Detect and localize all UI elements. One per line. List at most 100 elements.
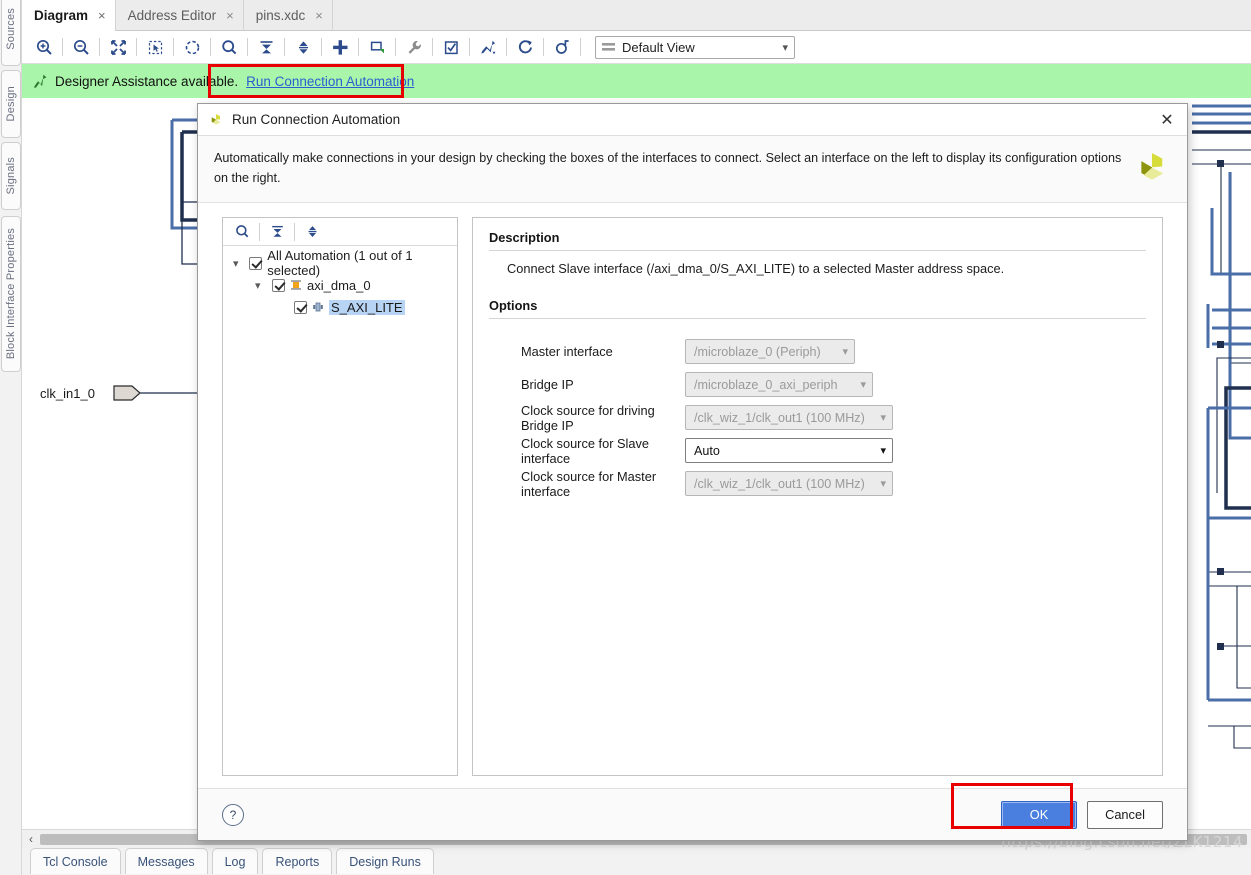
chevron-down-icon: ▾	[782, 41, 788, 54]
automation-tree-pane: ▾ All Automation (1 out of 1 selected) ▾…	[222, 217, 458, 776]
toolbar-separator	[284, 38, 285, 56]
run-connection-automation-link[interactable]: Run Connection Automation	[246, 74, 414, 89]
help-button[interactable]: ?	[222, 803, 244, 826]
label-bridge-ip: Bridge IP	[521, 377, 574, 393]
tab-address-editor-label: Address Editor	[127, 8, 217, 23]
bottom-tab-messages-label: Messages	[137, 854, 195, 869]
chevron-down-icon[interactable]: ▾	[233, 257, 244, 270]
toolbar-separator	[62, 38, 63, 56]
search-icon[interactable]	[215, 34, 243, 60]
field-row-master-interface: Master interface /microblaze_0 (Periph) …	[489, 335, 1146, 368]
dialog-body: ▾ All Automation (1 out of 1 selected) ▾…	[198, 203, 1187, 788]
expand-all-icon[interactable]	[299, 220, 325, 244]
dropdown-master-interface[interactable]: /microblaze_0 (Periph) ▾	[685, 339, 855, 365]
vertical-tab-sources-label: Sources	[5, 8, 17, 50]
close-icon[interactable]: ✕	[1155, 108, 1179, 132]
tree-node-s-axi-lite[interactable]: ▾ S_AXI_LITE	[223, 296, 457, 318]
chevron-down-icon: ▾	[860, 379, 866, 392]
dropdown-bridge-ip-value: /microblaze_0_axi_periph	[694, 377, 838, 392]
add-module-icon[interactable]	[363, 34, 391, 60]
vertical-tab-design-label: Design	[5, 86, 17, 122]
zoom-out-icon[interactable]	[67, 34, 95, 60]
ok-button[interactable]: OK	[1001, 800, 1077, 829]
zoom-region-icon[interactable]	[178, 34, 206, 60]
pin-icon[interactable]	[474, 34, 502, 60]
dropdown-clock-slave-interface-value: Auto	[694, 443, 720, 458]
bottom-tab-reports-label: Reports	[275, 854, 320, 869]
checkbox-all-automation[interactable]	[249, 256, 263, 270]
dropdown-clock-slave-interface[interactable]: Auto ▾	[685, 438, 893, 464]
options-pane: Description Connect Slave interface (/ax…	[472, 217, 1163, 776]
bottom-tab-log[interactable]: Log	[211, 848, 259, 874]
optimize-icon[interactable]	[548, 34, 576, 60]
checkbox-s-axi-lite[interactable]	[294, 300, 307, 314]
add-ip-icon[interactable]	[326, 34, 354, 60]
dropdown-clock-master-interface[interactable]: /clk_wiz_1/clk_out1 (100 MHz) ▾	[685, 471, 893, 497]
vertical-tab-design[interactable]: Design	[1, 70, 21, 138]
checkbox-axi-dma-0[interactable]	[272, 278, 285, 292]
toolbar-separator	[210, 38, 211, 56]
vertical-tab-sources[interactable]: Sources	[1, 0, 21, 66]
view-select-dropdown[interactable]: Default View ▾	[595, 35, 795, 59]
close-icon[interactable]: ×	[98, 8, 106, 23]
dropdown-bridge-ip[interactable]: /microblaze_0_axi_periph ▾	[685, 372, 873, 398]
cancel-button[interactable]: Cancel	[1087, 800, 1163, 829]
dialog-footer: ? OK Cancel	[198, 788, 1187, 840]
tab-diagram[interactable]: Diagram ×	[22, 0, 116, 31]
collapse-all-icon[interactable]	[264, 220, 290, 244]
description-heading: Description	[489, 230, 1146, 252]
label-clock-master-interface: Clock source for Master interface	[521, 468, 657, 499]
toolbar-separator	[506, 38, 507, 56]
select-area-icon[interactable]	[141, 34, 169, 60]
toolbar-separator	[99, 38, 100, 56]
vivado-window: Sources Design Signals Block Interface P…	[0, 0, 1251, 875]
fit-icon[interactable]	[104, 34, 132, 60]
xilinx-logo-icon	[211, 113, 221, 125]
dialog-banner-text: Automatically make connections in your d…	[214, 151, 1122, 185]
dropdown-clock-driving-bridge-ip[interactable]: /clk_wiz_1/clk_out1 (100 MHz) ▾	[685, 405, 893, 431]
toolbar-separator	[580, 38, 581, 56]
scroll-left-arrow-icon[interactable]: ‹	[22, 832, 40, 846]
chevron-down-icon[interactable]: ▾	[255, 279, 267, 292]
bottom-tab-tcl-console[interactable]: Tcl Console	[30, 848, 121, 874]
toolbar-separator	[358, 38, 359, 56]
collapse-all-icon[interactable]	[252, 34, 280, 60]
tab-address-editor[interactable]: Address Editor ×	[116, 0, 244, 31]
interface-icon	[313, 302, 323, 312]
dropdown-clock-driving-bridge-ip-value: /clk_wiz_1/clk_out1 (100 MHz)	[694, 410, 865, 425]
search-icon[interactable]	[229, 220, 255, 244]
close-icon[interactable]: ×	[226, 8, 234, 23]
bottom-tab-messages[interactable]: Messages	[124, 848, 208, 874]
vertical-tab-signals[interactable]: Signals	[1, 142, 21, 210]
bottom-tab-reports[interactable]: Reports	[262, 848, 333, 874]
chevron-down-icon: ▾	[880, 445, 886, 458]
bottom-tab-tcl-console-label: Tcl Console	[43, 854, 108, 869]
automation-tree: ▾ All Automation (1 out of 1 selected) ▾…	[223, 246, 457, 775]
left-tab-rail: Sources Design Signals Block Interface P…	[0, 0, 22, 875]
regenerate-icon[interactable]	[511, 34, 539, 60]
dropdown-master-interface-value: /microblaze_0 (Periph)	[694, 344, 821, 359]
chevron-down-icon: ▾	[842, 346, 848, 359]
toolbar-separator	[469, 38, 470, 56]
tab-pins-xdc-label: pins.xdc	[255, 8, 306, 23]
dialog-banner: Automatically make connections in your d…	[198, 136, 1187, 204]
zoom-in-icon[interactable]	[30, 34, 58, 60]
tab-pins-xdc[interactable]: pins.xdc ×	[244, 0, 333, 31]
validate-icon[interactable]	[437, 34, 465, 60]
designer-assistance-text: Designer Assistance available.	[55, 73, 239, 89]
expand-all-icon[interactable]	[289, 34, 317, 60]
vertical-tab-block-interface-properties[interactable]: Block Interface Properties	[1, 216, 21, 372]
canvas-port-label: clk_in1_0	[40, 386, 95, 401]
settings-wrench-icon[interactable]	[400, 34, 428, 60]
tree-node-all-automation[interactable]: ▾ All Automation (1 out of 1 selected)	[223, 248, 457, 278]
toolbar-separator	[173, 38, 174, 56]
label-master-interface: Master interface	[521, 344, 613, 360]
vertical-tab-block-interface-properties-label: Block Interface Properties	[5, 228, 17, 360]
dialog-title-bar: Run Connection Automation ✕	[198, 104, 1187, 136]
bottom-tab-design-runs[interactable]: Design Runs	[336, 848, 434, 874]
label-clock-slave-interface: Clock source for Slave interface	[521, 435, 650, 466]
toolbar-separator	[247, 38, 248, 56]
chevron-down-icon: ▾	[880, 478, 886, 491]
close-icon[interactable]: ×	[315, 8, 323, 23]
options-form: Master interface /microblaze_0 (Periph) …	[489, 335, 1146, 500]
